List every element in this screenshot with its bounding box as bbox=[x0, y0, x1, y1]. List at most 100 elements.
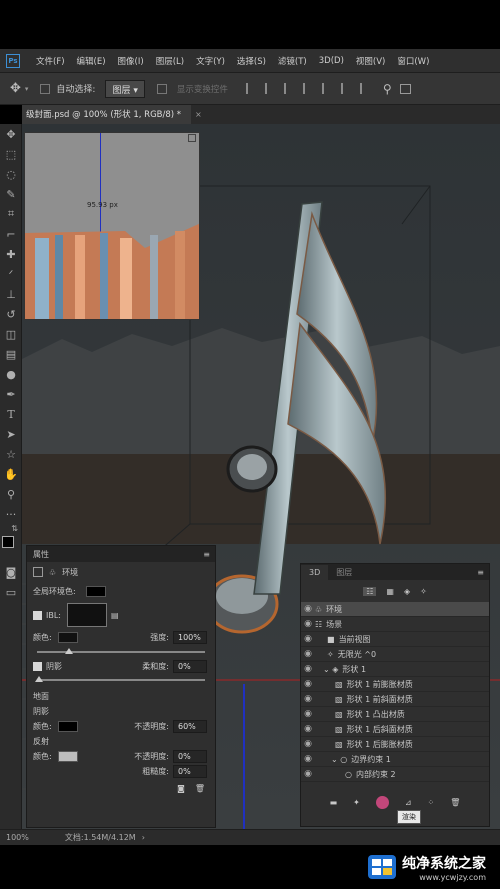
menu-view[interactable]: 视图(V) bbox=[350, 55, 391, 67]
filter-scene-icon[interactable]: ☷ bbox=[363, 586, 377, 596]
tree-row-infinite-light[interactable]: ◉ ✧ 无限光 ^0 bbox=[301, 647, 489, 662]
visibility-eye-icon[interactable]: ◉ bbox=[301, 739, 315, 749]
menu-edit[interactable]: 编辑(E) bbox=[71, 55, 112, 67]
tree-row-current-view[interactable]: ◉ ■ 当前视图 bbox=[301, 632, 489, 647]
eraser-tool-icon[interactable]: ◫ bbox=[0, 324, 22, 344]
tree-row-material-1[interactable]: ◉ ▧ 形状 1 前膨胀材质 bbox=[301, 677, 489, 692]
tree-row-material-2[interactable]: ◉ ▧ 形状 1 前斜面材质 bbox=[301, 692, 489, 707]
tool-preset-chevron-icon[interactable]: ▾ bbox=[25, 85, 29, 93]
screen-mode-icon[interactable]: ▭ bbox=[0, 582, 22, 602]
path-select-tool-icon[interactable]: ➤ bbox=[0, 424, 22, 444]
menu-3d[interactable]: 3D(D) bbox=[313, 56, 350, 66]
dodge-tool-icon[interactable]: ● bbox=[0, 364, 22, 384]
zoom-level[interactable]: 100% bbox=[6, 833, 29, 842]
visibility-eye-icon[interactable]: ◉ bbox=[301, 694, 315, 704]
tree-row-material-3[interactable]: ◉ ▧ 形状 1 凸出材质 bbox=[301, 707, 489, 722]
menu-image[interactable]: 图像(I) bbox=[112, 55, 150, 67]
move-tool-icon[interactable]: ✥ bbox=[10, 81, 21, 96]
render-icon[interactable] bbox=[375, 795, 389, 809]
shadow-color-swatch[interactable] bbox=[57, 721, 78, 732]
document-tab[interactable]: 级封面.psd @ 100% (形状 1, RGB/8) * bbox=[22, 105, 192, 124]
close-tab-icon[interactable]: × bbox=[195, 110, 202, 119]
tree-row-material-4[interactable]: ◉ ▧ 形状 1 后斜面材质 bbox=[301, 722, 489, 737]
stamp-tool-icon[interactable]: ⊥ bbox=[0, 284, 22, 304]
quick-mask-icon[interactable]: ◙ bbox=[0, 562, 22, 582]
delete-3d-icon[interactable]: 🗑 bbox=[450, 798, 460, 807]
3d-panel-menu-icon[interactable]: ≡ bbox=[477, 568, 484, 577]
healing-tool-icon[interactable]: ✚ bbox=[0, 244, 22, 264]
align-center-icon[interactable] bbox=[264, 83, 274, 94]
move-tool-icon[interactable]: ✥ bbox=[0, 124, 22, 144]
visibility-eye-icon[interactable]: ◉ bbox=[301, 709, 315, 719]
ibl-texture-thumb[interactable] bbox=[67, 603, 107, 627]
quick-select-tool-icon[interactable]: ✎ bbox=[0, 184, 22, 204]
panel-menu-icon[interactable]: ≡ bbox=[203, 550, 210, 559]
foreground-color[interactable] bbox=[2, 536, 14, 548]
filter-mesh-icon[interactable]: ▦ bbox=[386, 587, 394, 596]
visibility-eye-icon[interactable]: ◉ bbox=[301, 634, 315, 644]
intensity-slider[interactable] bbox=[37, 648, 205, 654]
new-mesh-icon[interactable]: ▬ bbox=[330, 798, 338, 807]
ibl-checkbox[interactable] bbox=[33, 610, 42, 620]
auto-select-checkbox[interactable] bbox=[40, 83, 51, 94]
visibility-eye-icon[interactable]: ◉ bbox=[301, 769, 315, 779]
opacity-field[interactable]: 60% bbox=[173, 720, 207, 733]
workspace-icon[interactable] bbox=[399, 83, 411, 94]
softness-slider-knob[interactable] bbox=[35, 676, 43, 682]
menu-filter[interactable]: 滤镜(T) bbox=[272, 55, 313, 67]
crop-tool-icon[interactable]: ⌗ bbox=[0, 204, 22, 224]
menu-select[interactable]: 选择(S) bbox=[231, 55, 272, 67]
zoom-tool-icon[interactable]: ⚲ bbox=[0, 484, 22, 504]
tree-row-material-5[interactable]: ◉ ▧ 形状 1 后膨胀材质 bbox=[301, 737, 489, 752]
hand-tool-icon[interactable]: ✋ bbox=[0, 464, 22, 484]
distribute-icon[interactable] bbox=[359, 83, 369, 94]
shadow-checkbox[interactable] bbox=[33, 661, 42, 671]
global-env-color-swatch[interactable] bbox=[85, 585, 106, 597]
eyedropper-tool-icon[interactable]: ⌐ bbox=[0, 224, 22, 244]
search-icon[interactable]: ⚲ bbox=[383, 82, 392, 96]
filter-light-icon[interactable]: ✧ bbox=[420, 587, 427, 596]
filter-material-icon[interactable]: ◈ bbox=[404, 587, 410, 596]
tab-layers[interactable]: 图层 bbox=[328, 564, 360, 581]
softness-field[interactable]: 0% bbox=[173, 659, 207, 673]
color-swatches[interactable] bbox=[0, 536, 21, 562]
pen-tool-icon[interactable]: ✒ bbox=[0, 384, 22, 404]
visibility-eye-icon[interactable]: ◉ bbox=[301, 619, 315, 629]
tree-row-shape-1[interactable]: ◉ ⌄ ◈ 形状 1 bbox=[301, 662, 489, 677]
type-tool-icon[interactable]: T bbox=[0, 404, 22, 424]
delete-icon[interactable]: 🗑 bbox=[195, 784, 205, 793]
visibility-eye-icon[interactable]: ◉ bbox=[301, 754, 315, 764]
visibility-eye-icon[interactable]: ◉ bbox=[301, 679, 315, 689]
align-left-icon[interactable] bbox=[245, 83, 255, 94]
align-bottom-icon[interactable] bbox=[340, 83, 350, 94]
tree-row-boundary-constraint[interactable]: ◉ ⌄ ○ 边界约束 1 bbox=[301, 752, 489, 767]
render-settings-icon[interactable]: ◙ bbox=[177, 784, 185, 793]
measure-popup-close-icon[interactable] bbox=[188, 134, 196, 142]
visibility-eye-icon[interactable]: ◉ bbox=[301, 604, 315, 614]
show-transform-checkbox[interactable] bbox=[156, 83, 167, 94]
tree-row-inner-constraint[interactable]: ◉ ○ 内部约束 2 bbox=[301, 767, 489, 782]
lasso-tool-icon[interactable]: ◌ bbox=[0, 164, 22, 184]
add-light-icon[interactable]: ✦ bbox=[353, 798, 360, 807]
tree-row-scene[interactable]: ◉ ☷ 场景 bbox=[301, 617, 489, 632]
auto-select-dropdown[interactable]: 图层 ▾ bbox=[105, 79, 145, 98]
roughness-field[interactable]: 0% bbox=[173, 765, 207, 778]
menu-file[interactable]: 文件(F) bbox=[30, 55, 71, 67]
3d-gizmo-center[interactable] bbox=[237, 454, 267, 480]
marquee-tool-icon[interactable]: ⬚ bbox=[0, 144, 22, 164]
more-tools-icon[interactable]: ··· bbox=[0, 504, 22, 524]
swap-colors-icon[interactable]: ⇅ bbox=[0, 524, 21, 536]
ibl-texture-menu-icon[interactable]: ▤ bbox=[111, 611, 119, 620]
intensity-slider-knob[interactable] bbox=[65, 648, 73, 654]
visibility-eye-icon[interactable]: ◉ bbox=[301, 664, 315, 674]
softness-slider[interactable] bbox=[35, 676, 205, 682]
brush-tool-icon[interactable]: ᐟ bbox=[0, 264, 22, 284]
visibility-eye-icon[interactable]: ◉ bbox=[301, 649, 315, 659]
shape-tool-icon[interactable]: ☆ bbox=[0, 444, 22, 464]
constraint-icon[interactable]: ⊿ bbox=[405, 798, 412, 807]
align-middle-icon[interactable] bbox=[321, 83, 331, 94]
menu-layer[interactable]: 图层(L) bbox=[150, 55, 190, 67]
tree-row-environment[interactable]: ◉ ♧ 环境 bbox=[301, 602, 489, 617]
menu-type[interactable]: 文字(Y) bbox=[190, 55, 231, 67]
tab-3d[interactable]: 3D bbox=[301, 564, 329, 580]
